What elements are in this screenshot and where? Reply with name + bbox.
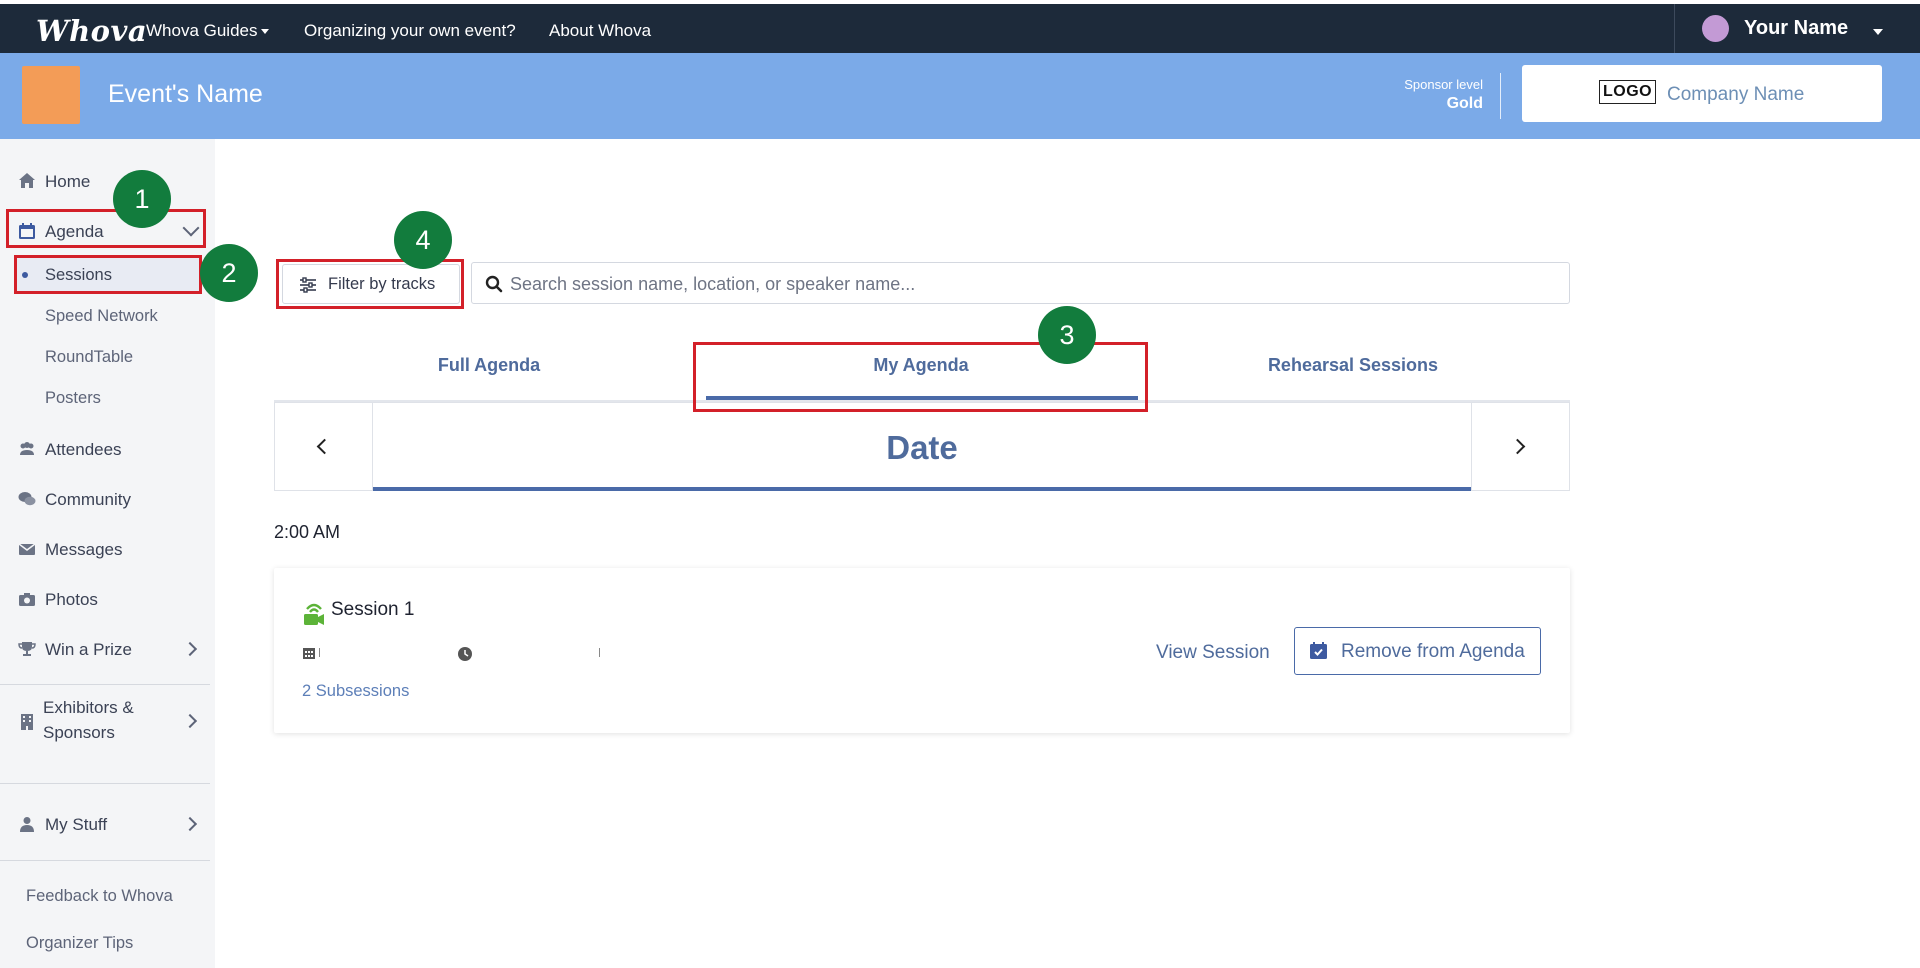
nav-about[interactable]: About Whova (549, 21, 651, 41)
sidebar-item-label: Photos (45, 590, 98, 609)
chevron-right-icon (182, 713, 198, 729)
sidebar-item-attendees[interactable]: Attendees (0, 429, 215, 469)
event-thumbnail (22, 66, 80, 124)
sidebar-item-community[interactable]: Community (0, 479, 215, 519)
sponsor-divider (1500, 73, 1501, 119)
date-selector: Date (274, 402, 1570, 491)
sidebar-sub-posters[interactable]: Posters (45, 389, 101, 408)
sidebar-item-photos[interactable]: Photos (0, 579, 215, 619)
home-icon (19, 173, 35, 188)
annotation-badge-1: 1 (113, 170, 171, 228)
nav-whova-guides[interactable]: Whova Guides (146, 21, 269, 41)
trophy-icon (18, 642, 36, 656)
event-header: Event's Name Sponsor level Gold LOGO Com… (0, 53, 1920, 139)
sidebar-sub-roundtable[interactable]: RoundTable (45, 348, 133, 367)
clock-icon (458, 647, 472, 661)
subsessions-link[interactable]: 2 Subsessions (302, 682, 409, 701)
whova-logo[interactable]: Whova (36, 14, 147, 48)
next-date-button[interactable] (1471, 403, 1569, 490)
sponsor-level-value: Gold (1446, 95, 1483, 112)
session-time-placeholder (599, 648, 600, 657)
sidebar-item-exhibitors[interactable]: Exhibitors & Sponsors (0, 694, 215, 750)
sidebar-item-label: Messages (45, 540, 123, 559)
event-name: Event's Name (108, 80, 263, 108)
envelope-icon (18, 543, 36, 555)
sidebar-divider (0, 860, 210, 861)
user-name[interactable]: Your Name (1744, 17, 1848, 40)
sidebar-link-organizer-tips[interactable]: Organizer Tips (26, 934, 133, 953)
sidebar-item-my-stuff[interactable]: My Stuff (0, 804, 215, 844)
annotation-box-filter (276, 259, 464, 309)
date-underline (373, 487, 1471, 491)
search-icon (485, 275, 503, 293)
annotation-badge-3: 3 (1038, 306, 1096, 364)
sidebar-divider (0, 684, 210, 685)
chevron-right-icon (182, 816, 198, 832)
virtual-session-icon (304, 603, 324, 625)
annotation-box-sessions (14, 255, 202, 294)
previous-date-button[interactable] (275, 403, 373, 490)
sidebar-item-label: Community (45, 490, 131, 509)
session-card: Session 1 2 Subsessions View Session Rem… (274, 568, 1570, 733)
sidebar-item-win-prize[interactable]: Win a Prize (0, 629, 215, 669)
annotation-box-agenda (6, 209, 206, 248)
tab-rehearsal-sessions[interactable]: Rehearsal Sessions (1138, 355, 1568, 376)
sidebar-item-label: Attendees (45, 440, 122, 459)
sidebar-link-feedback[interactable]: Feedback to Whova (26, 887, 173, 906)
session-title[interactable]: Session 1 (331, 599, 414, 621)
sidebar-item-label: Win a Prize (45, 640, 132, 659)
view-session-link[interactable]: View Session (1156, 642, 1270, 664)
search-box[interactable] (471, 262, 1570, 304)
nav-whova-guides-label: Whova Guides (146, 21, 258, 40)
calendar-remove-icon (1310, 642, 1327, 659)
time-slot-label: 2:00 AM (274, 522, 341, 542)
nav-divider (1674, 4, 1675, 57)
company-name: Company Name (1667, 84, 1805, 105)
user-menu-caret-icon[interactable] (1873, 29, 1883, 35)
top-navbar: Whova Whova Guides Organizing your own e… (0, 0, 1920, 57)
building-icon (21, 714, 33, 730)
sidebar-item-label: Home (45, 172, 91, 191)
sidebar-item-label: Exhibitors & (43, 698, 134, 717)
session-date-placeholder (319, 648, 320, 657)
sponsor-level-label: Sponsor level (1404, 77, 1483, 92)
remove-from-agenda-button[interactable]: Remove from Agenda (1294, 627, 1541, 675)
sidebar-sub-speed-network[interactable]: Speed Network (45, 307, 158, 326)
annotation-badge-4: 4 (394, 211, 452, 269)
date-label: Date (886, 429, 958, 466)
nav-organizing[interactable]: Organizing your own event? (304, 21, 516, 41)
company-logo: LOGO (1599, 80, 1657, 104)
calendar-icon (303, 648, 315, 659)
users-icon (20, 442, 34, 455)
sidebar-divider (0, 783, 210, 784)
camera-icon (19, 593, 35, 606)
sidebar-item-label-2: Sponsors (43, 723, 115, 742)
chevron-right-icon (1509, 438, 1526, 455)
remove-from-agenda-label: Remove from Agenda (1341, 641, 1525, 662)
tab-full-agenda[interactable]: Full Agenda (274, 355, 704, 376)
chat-bubbles-icon (18, 492, 36, 506)
sidebar-item-messages[interactable]: Messages (0, 529, 215, 569)
avatar[interactable] (1702, 15, 1729, 42)
chevron-left-icon (316, 438, 333, 455)
search-input[interactable] (510, 271, 1550, 297)
sidebar-item-home[interactable]: Home (0, 161, 215, 201)
chevron-right-icon (182, 641, 198, 657)
caret-down-icon (260, 29, 269, 35)
user-icon (20, 817, 34, 832)
company-card[interactable]: LOGO Company Name (1522, 65, 1882, 122)
sidebar-item-label: My Stuff (45, 815, 108, 834)
annotation-badge-2: 2 (200, 244, 258, 302)
